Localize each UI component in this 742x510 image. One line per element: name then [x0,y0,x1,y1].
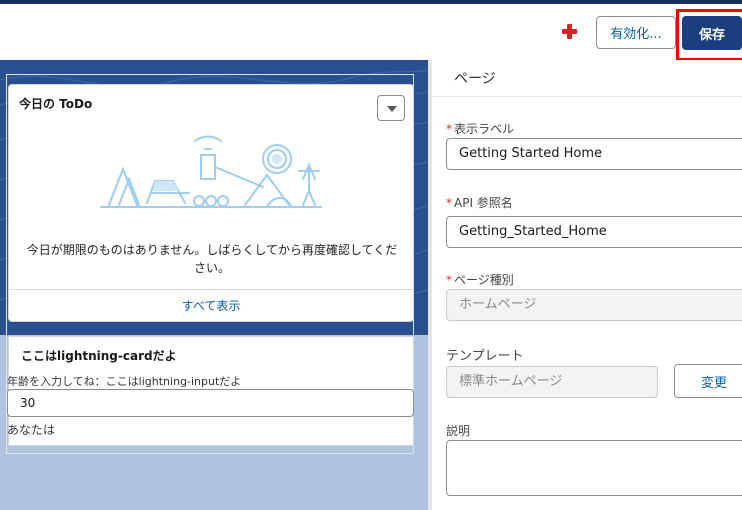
template-field-input: 標準ホームページ [446,366,658,398]
label-field-label: * 表示ラベル [446,122,515,136]
save-button-highlight [676,9,742,61]
api-name-field-input[interactable]: Getting_Started_Home [446,216,742,248]
todo-card-title: 今日の ToDo [19,97,93,111]
empty-state-message: 今日が期限のものはありません。しばらくしてから再度確認してください。 [26,243,398,275]
age-result-text: あなたは [7,423,56,437]
page-type-field-label: * ページ種別 [446,273,514,287]
page-canvas: 今日の ToDo 今日が期限のものはありません。しばらくしてから再度確認してくだ… [0,60,428,510]
card-footer-divider [9,289,413,290]
empty-state-illustration-icon [100,135,322,208]
todo-card[interactable]: 今日の ToDo 今日が期限のものはありません。しばらくしてから再度確認してくだ… [8,84,414,322]
panel-title: ページ [454,71,496,87]
description-field-label: 説明 [446,424,471,438]
change-template-button[interactable]: 変更 [674,364,742,398]
required-mark: * [446,196,452,210]
lightning-card[interactable]: ここはlightning-cardだよ 年齢を入力してね：ここはlightnin… [7,336,414,446]
template-field-label: テンプレート [446,349,524,364]
add-component-icon[interactable] [562,24,578,40]
builder-header: 有効化... 保存 [0,4,742,61]
api-name-field-label: * API 参照名 [446,196,513,210]
label-field-input[interactable]: Getting Started Home [446,138,742,170]
description-textarea[interactable] [446,440,742,496]
required-mark: * [446,273,452,287]
required-mark: * [446,122,452,136]
panel-divider [432,96,742,97]
page-type-field-input: ホームページ [446,289,742,321]
age-input[interactable]: 30 [7,389,414,417]
activate-button[interactable]: 有効化... [596,16,676,49]
lightning-card-title: ここはlightning-cardだよ [21,349,177,363]
properties-panel: ページ * 表示ラベル Getting Started Home * API 参照名… [428,60,742,510]
age-input-label: 年齢を入力してね：ここはlightning-inputだよ [7,375,242,388]
view-all-link[interactable]: すべて表示 [9,297,413,314]
chevron-down-icon[interactable] [377,95,405,121]
